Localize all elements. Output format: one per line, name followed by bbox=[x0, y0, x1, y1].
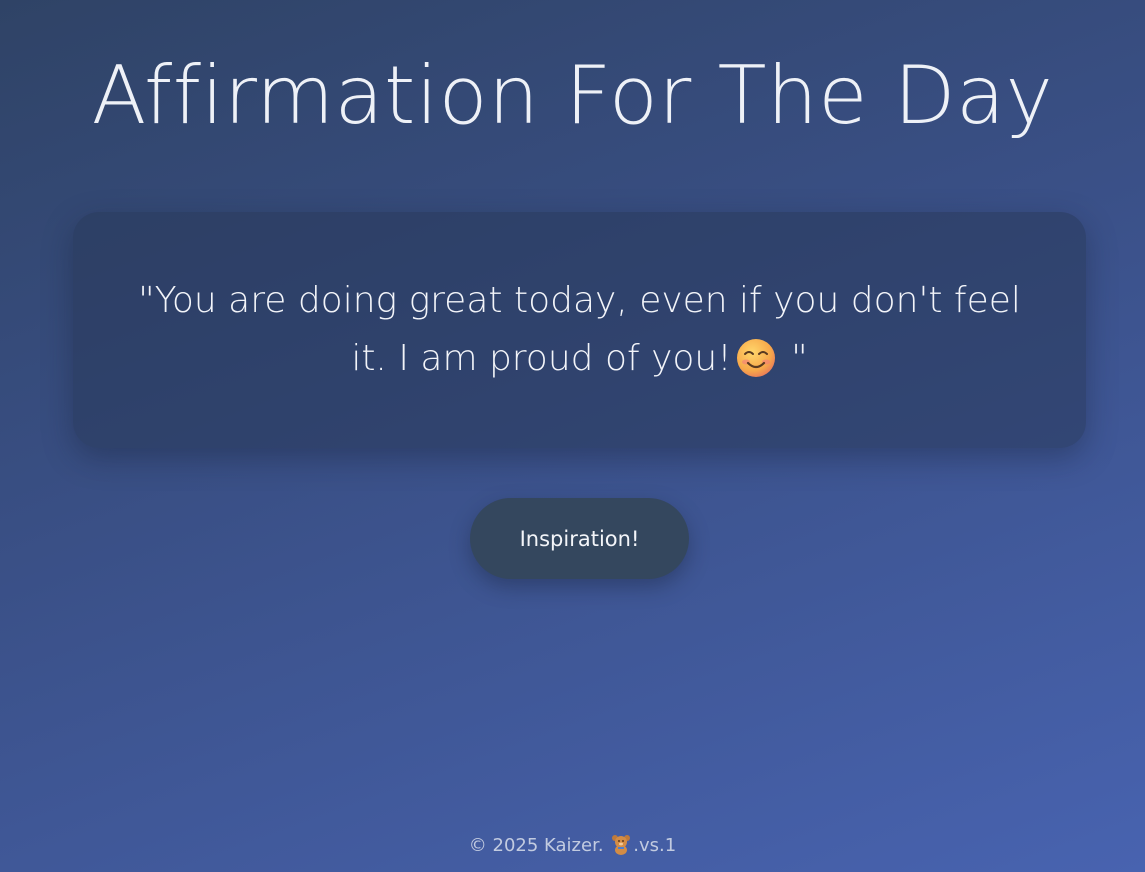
affirmation-quote: "You are doing great today, even if you … bbox=[138, 280, 1021, 379]
affirmation-card: "You are doing great today, even if you … bbox=[73, 212, 1086, 448]
footer-version: .vs.1 bbox=[633, 835, 677, 856]
affirmation-quote-end: " bbox=[779, 338, 808, 379]
affirmation-text: "You are doing great today, even if you … bbox=[133, 272, 1026, 388]
teddy-bear-icon bbox=[612, 835, 631, 855]
footer: © 2025 Kaizer. .vs.1 bbox=[0, 832, 1145, 860]
footer-copyright: © 2025 Kaizer. bbox=[468, 835, 604, 856]
smiling-face-icon bbox=[736, 339, 775, 377]
inspiration-button[interactable]: Inspiration! bbox=[470, 498, 689, 579]
page-title: Affirmation For The Day bbox=[91, 49, 1054, 142]
